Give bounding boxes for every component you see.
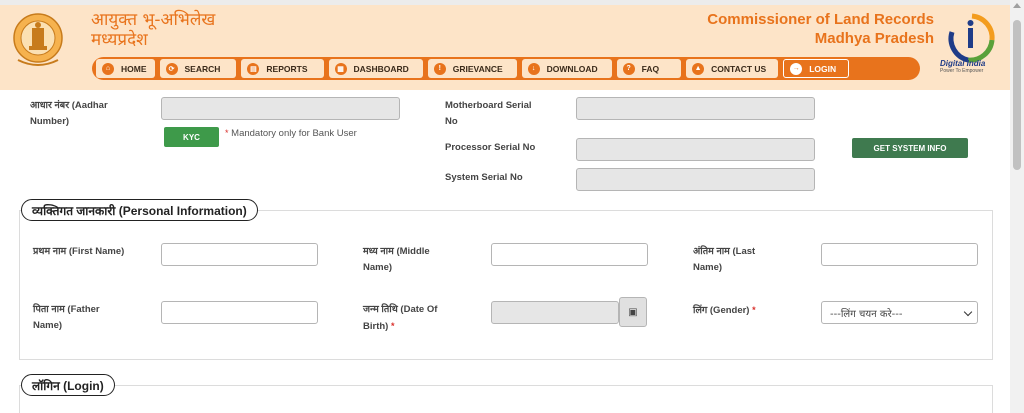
login-icon: → [790,62,803,75]
hindi-site-title: आयुक्त भू-अभिलेख मध्यप्रदेश [91,10,215,50]
hindi-title-line2: मध्यप्रदेश [91,30,148,50]
home-icon: ⌂ [102,62,114,75]
dashboard-icon: ▦ [334,62,347,75]
last-name-label: अंतिम नाम (Last Name) [693,244,755,276]
kyc-button[interactable]: KYC [164,127,219,147]
first-name-input[interactable] [161,243,318,266]
english-site-title: Commissioner of Land Records Madhya Prad… [707,10,934,48]
nav-search[interactable]: ⟳ SEARCH [159,59,237,78]
nav-label: SEARCH [184,63,221,74]
dob-label: जन्म तिथि (Date Of Birth) * [363,302,437,335]
digital-india-text: Digital India [940,59,986,68]
dob-label-line2-text: Birth) [363,321,389,332]
required-mark: * [752,305,756,315]
gender-label: लिंग (Gender) * [693,302,756,319]
nav-dashboard[interactable]: ▦ DASHBOARD [328,59,423,78]
contact-icon: ▲ [692,62,705,75]
aadhar-label-line1: आधार नंबर (Aadhar [30,100,108,111]
nav-grievance[interactable]: ! GRIEVANCE [427,59,517,78]
system-serial-input[interactable] [576,168,815,191]
father-name-label-line1: पिता नाम (Father [33,304,100,315]
nav-home[interactable]: ⌂ HOME [96,59,155,78]
last-name-input[interactable] [821,243,978,266]
mandatory-note-text: Mandatory only for Bank User [231,128,357,139]
first-name-label: प्रथम नाम (First Name) [33,246,125,257]
system-serial-label: System Serial No [445,172,523,183]
main-nav: ⌂ HOME ⟳ SEARCH ▤ REPORTS ▦ DASHBOARD ! GRIEV… [92,57,920,80]
report-icon: ▤ [247,62,260,75]
dob-label-line1: जन्म तिथि (Date Of [363,304,438,315]
motherboard-serial-input[interactable] [576,97,815,120]
gender-selected-value: ---लिंग चयन करे--- [830,308,903,320]
search-icon: ⟳ [165,62,178,75]
faq-icon: ? [622,62,635,75]
login-section [19,385,993,413]
required-mark: * [225,128,229,138]
eng-title-line2: Madhya Pradesh [814,30,934,47]
login-legend: लॉगिन (Login) [21,374,115,396]
eng-title-line1: Commissioner of Land Records [707,11,934,28]
middle-name-label-line2: Name) [363,262,393,273]
hindi-title-line1: आयुक्त भू-अभिलेख [91,10,216,30]
top-strip [0,0,1010,5]
personal-info-legend: व्यक्तिगत जानकारी (Personal Information) [21,199,258,221]
nav-label: REPORTS [266,63,308,74]
nav-label: FAQ [641,63,660,74]
nav-label: HOME [121,63,147,74]
aadhar-label-line2: Number) [30,116,70,127]
mandatory-note: * Mandatory only for Bank User [225,128,357,139]
father-name-label: पिता नाम (Father Name) [33,302,100,334]
scrollbar-thumb[interactable] [1013,20,1021,170]
get-system-info-button[interactable]: GET SYSTEM INFO [852,138,968,158]
middle-name-input[interactable] [491,243,648,266]
personal-info-section [19,210,993,360]
last-name-label-line1: अंतिम नाम (Last [693,246,756,257]
scroll-up-arrow-icon[interactable] [1013,3,1021,8]
nav-label: DASHBOARD [353,63,409,74]
motherboard-label-line1: Motherboard Serial [445,100,532,111]
middle-name-label: मध्य नाम (Middle Name) [363,244,430,276]
dob-label-line2: Birth) * [363,318,437,335]
nav-faq[interactable]: ? FAQ [616,59,682,78]
nav-label: LOGIN [809,63,837,74]
dob-input[interactable] [491,301,619,324]
processor-label: Processor Serial No [445,142,536,153]
father-name-input[interactable] [161,301,318,324]
calendar-icon[interactable]: ▣ [619,297,647,327]
download-icon: ↓ [527,62,540,75]
aadhar-label: आधार नंबर (Aadhar Number) [30,98,108,130]
gender-label-text: लिंग (Gender) [693,305,750,316]
page-scrollbar[interactable] [1010,0,1024,413]
nav-label: DOWNLOAD [546,63,598,74]
nav-contact[interactable]: ▲ CONTACT US [686,59,779,78]
nav-label: CONTACT US [711,63,767,74]
last-name-label-line2: Name) [693,262,723,273]
digital-india-tagline: Power To Empower [940,68,984,74]
aadhar-input[interactable] [161,97,400,120]
gender-select[interactable]: ---लिंग चयन करे--- [821,301,978,324]
motherboard-label: Motherboard Serial No [445,98,532,130]
mp-emblem-logo [13,13,63,66]
nav-login[interactable]: → LOGIN [783,59,850,78]
processor-serial-input[interactable] [576,138,815,161]
motherboard-label-line2: No [445,116,458,127]
required-mark: * [390,321,395,331]
nav-reports[interactable]: ▤ REPORTS [241,59,324,78]
middle-name-label-line1: मध्य नाम (Middle [363,246,430,257]
grievance-icon: ! [433,62,446,75]
chevron-down-icon [963,307,973,317]
father-name-label-line2: Name) [33,320,63,331]
nav-label: GRIEVANCE [452,63,503,74]
nav-download[interactable]: ↓ DOWNLOAD [521,59,612,78]
